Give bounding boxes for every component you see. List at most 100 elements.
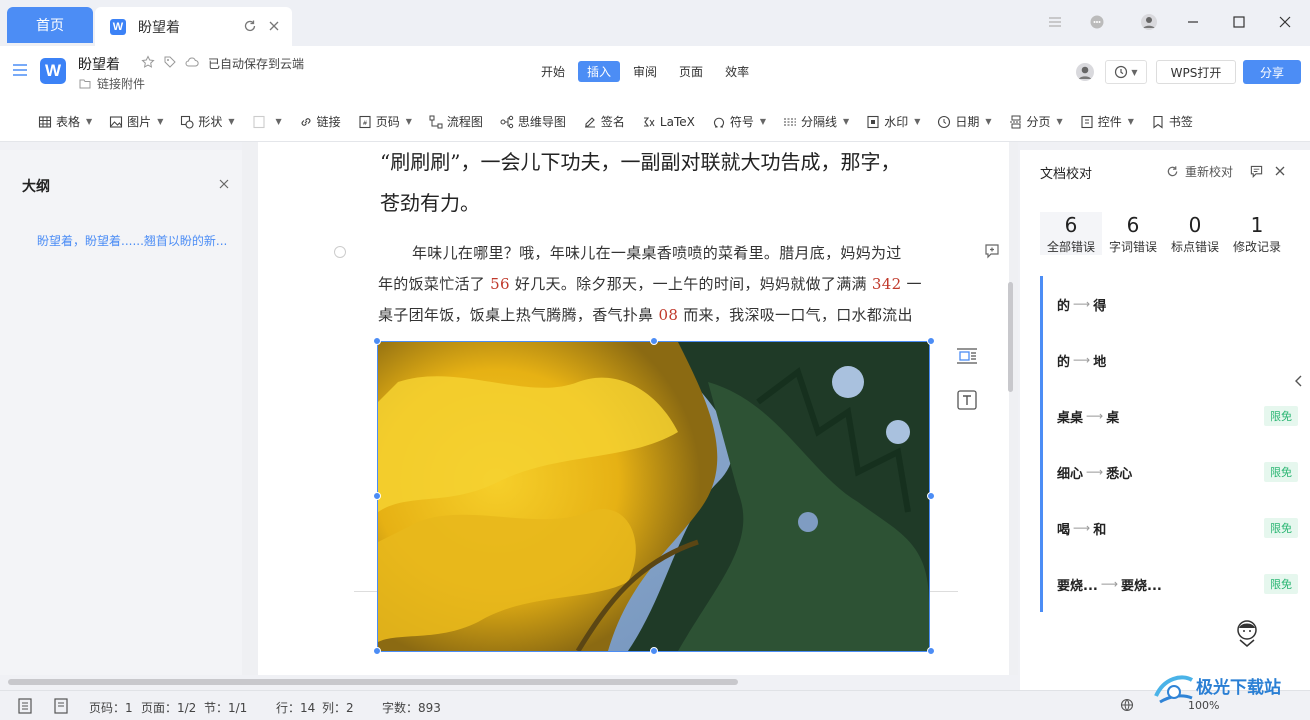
close-window-icon[interactable] <box>1276 13 1294 31</box>
stat-revision-records[interactable]: 1 修改记录 <box>1226 212 1288 255</box>
resize-handle[interactable] <box>373 337 381 345</box>
wps-open-button[interactable]: WPS打开 <box>1156 60 1236 84</box>
vertical-scrollbar[interactable] <box>1008 282 1013 392</box>
chevron-down-icon[interactable]: ▼ <box>228 117 234 126</box>
toolbar-symbol-button[interactable]: 符号 ▼ <box>712 113 766 130</box>
resize-handle[interactable] <box>373 647 381 655</box>
toolbar-table-button[interactable]: 表格 ▼ <box>38 113 92 130</box>
toolbar-disabled-button[interactable]: ▼ <box>252 115 282 129</box>
chevron-down-icon[interactable]: ▼ <box>86 117 92 126</box>
stat-all-errors[interactable]: 6 全部错误 <box>1040 212 1102 255</box>
toolbar-label: 表格 <box>56 115 81 129</box>
toolbar-bookmark-button[interactable]: 书签 <box>1151 113 1193 130</box>
document-name[interactable]: 盼望着 <box>78 54 120 74</box>
page-number-icon: # <box>359 115 371 128</box>
proofread-title: 文档校对 <box>1040 167 1093 182</box>
tab-document[interactable]: W 盼望着 <box>95 7 292 46</box>
toolbar-label: 链接 <box>316 115 341 129</box>
collaborator-avatar-icon[interactable] <box>1075 62 1095 82</box>
close-tab-icon[interactable] <box>267 19 281 33</box>
tab-insert[interactable]: 插入 <box>578 61 621 82</box>
document-page[interactable]: “刷刷刷”，一会儿下功夫，一副副对联就大功告成，那字， 苍劲有力。 年味儿在哪里… <box>258 142 1009 675</box>
star-icon[interactable] <box>141 55 155 69</box>
chevron-down-icon[interactable]: ▼ <box>157 117 163 126</box>
assistant-mascot-icon[interactable] <box>1232 618 1262 648</box>
tab-efficiency[interactable]: 效率 <box>716 61 758 82</box>
chevron-down-icon[interactable]: ▼ <box>1128 117 1134 126</box>
text-wrap-icon[interactable] <box>956 347 978 365</box>
page-view-icon[interactable] <box>54 698 68 714</box>
text-box-icon[interactable] <box>956 389 978 411</box>
share-button[interactable]: 分享 <box>1243 60 1301 84</box>
resize-handle[interactable] <box>927 492 935 500</box>
resize-handle[interactable] <box>927 647 935 655</box>
chat-icon[interactable] <box>1088 13 1106 31</box>
refresh-icon[interactable] <box>243 19 257 33</box>
toolbar-control-button[interactable]: 控件 ▼ <box>1080 113 1134 130</box>
image-side-toolbar <box>944 337 988 433</box>
history-button[interactable]: ▼ <box>1105 60 1147 84</box>
add-comment-icon[interactable] <box>984 243 1000 259</box>
status-word-count[interactable]: 字数：893 <box>382 699 441 716</box>
tag-icon[interactable] <box>163 55 177 69</box>
chevron-down-icon[interactable]: ▼ <box>760 117 766 126</box>
resize-handle[interactable] <box>650 337 658 345</box>
suggestion-item[interactable]: 要烧... ⟶ 要烧... 限免 <box>1040 556 1298 612</box>
outline-item[interactable]: 盼望着，盼望着......翘首以盼的新... <box>37 232 227 249</box>
resize-handle[interactable] <box>650 647 658 655</box>
paragraph-marker-icon[interactable] <box>334 246 346 258</box>
tab-home[interactable]: 首页 <box>7 7 93 43</box>
outline-view-icon[interactable] <box>18 698 32 714</box>
close-icon[interactable] <box>1274 165 1286 177</box>
toolbar-link-button[interactable]: 链接 <box>299 113 341 130</box>
chevron-down-icon[interactable]: ▼ <box>985 117 991 126</box>
toolbar-page-number-button[interactable]: # 页码 ▼ <box>358 113 412 130</box>
toolbar-date-button[interactable]: 日期 ▼ <box>937 113 992 130</box>
chevron-down-icon[interactable]: ▼ <box>276 117 282 126</box>
resize-handle[interactable] <box>373 492 381 500</box>
close-icon[interactable] <box>218 178 230 190</box>
document-header: W 盼望着 已自动保存到云端 链接附件 开始 插入 审阅 页面 效率 ▼ WPS… <box>0 46 1310 102</box>
toolbar-mindmap-button[interactable]: 思维导图 <box>500 113 566 130</box>
chevron-down-icon[interactable]: ▼ <box>1057 117 1063 126</box>
chevron-left-icon[interactable] <box>1293 374 1303 388</box>
toolbar-flowchart-button[interactable]: 流程图 <box>429 113 483 130</box>
toolbar-latex-button[interactable]: LaTeX <box>642 115 695 129</box>
user-avatar-icon[interactable] <box>1140 13 1158 31</box>
toolbar-shape-button[interactable]: 形状 ▼ <box>180 113 235 130</box>
chevron-down-icon[interactable]: ▼ <box>843 117 849 126</box>
suggestion-item[interactable]: 细心 ⟶ 悉心 限免 <box>1040 444 1298 500</box>
hamburger-menu-icon[interactable] <box>12 62 28 78</box>
toolbar-divider-button[interactable]: 分隔线 ▼ <box>783 113 849 130</box>
suggestion-item[interactable]: 桌桌 ⟶ 桌 限免 <box>1040 388 1298 444</box>
pagebreak-icon <box>1009 115 1022 128</box>
suggestion-item[interactable]: 喝 ⟶ 和 限免 <box>1040 500 1298 556</box>
toolbar-label: 水印 <box>884 115 909 129</box>
list-icon[interactable] <box>1046 13 1064 31</box>
maximize-icon[interactable] <box>1230 13 1248 31</box>
suggestion-item[interactable]: 的 ⟶ 得 <box>1040 276 1298 332</box>
status-page: 页码：1 <box>89 701 133 715</box>
stat-word-errors[interactable]: 6 字词错误 <box>1102 212 1164 255</box>
feedback-icon[interactable] <box>1250 165 1263 178</box>
attachment-link[interactable]: 链接附件 <box>79 75 145 92</box>
chevron-down-icon[interactable]: ▼ <box>914 117 920 126</box>
globe-icon[interactable] <box>1120 698 1134 712</box>
toolbar-pagebreak-button[interactable]: 分页 ▼ <box>1009 113 1063 130</box>
recheck-button[interactable]: 重新校对 <box>1166 163 1233 180</box>
toolbar-image-button[interactable]: 图片 ▼ <box>109 113 163 130</box>
tab-page[interactable]: 页面 <box>670 61 712 82</box>
resize-handle[interactable] <box>927 337 935 345</box>
chevron-down-icon[interactable]: ▼ <box>406 117 412 126</box>
suggestion-item[interactable]: 的 ⟶ 地 <box>1040 332 1298 388</box>
horizontal-scrollbar[interactable] <box>8 679 738 685</box>
toolbar-watermark-button[interactable]: 水印 ▼ <box>866 113 920 130</box>
tab-review[interactable]: 审阅 <box>624 61 666 82</box>
stat-punctuation-errors[interactable]: 0 标点错误 <box>1164 212 1226 255</box>
folder-icon <box>79 79 91 89</box>
minimize-icon[interactable] <box>1184 13 1202 31</box>
selected-image[interactable] <box>373 337 935 655</box>
tab-start[interactable]: 开始 <box>532 61 574 82</box>
suggestion-wrong: 细心 <box>1057 466 1084 482</box>
toolbar-signature-button[interactable]: 签名 <box>583 113 625 130</box>
